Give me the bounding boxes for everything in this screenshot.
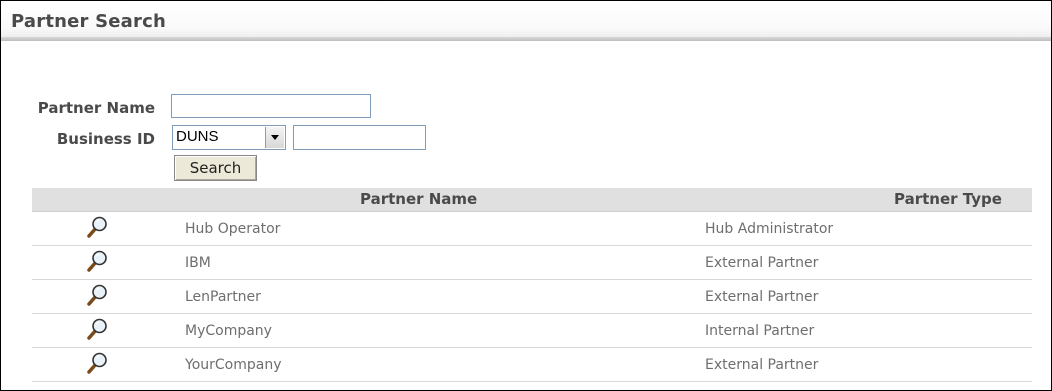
- chevron-down-icon[interactable]: [265, 127, 284, 148]
- business-id-input[interactable]: [293, 125, 426, 150]
- partner-name-label: Partner Name: [37, 99, 155, 117]
- title-divider: [1, 37, 1051, 41]
- title-bar: Partner Search: [1, 1, 1051, 39]
- table-row: Hub Operator Hub Administrator: [32, 212, 1032, 246]
- page-title: Partner Search: [11, 11, 166, 32]
- partner-name-cell: IBM: [185, 255, 211, 271]
- table-row: MyCompany Internal Partner: [32, 314, 1032, 348]
- partner-type-cell: Hub Administrator: [705, 221, 834, 237]
- search-button[interactable]: Search: [174, 155, 257, 181]
- business-id-label: Business ID: [56, 130, 155, 148]
- partner-type-cell: Internal Partner: [705, 323, 815, 339]
- business-id-type-value: DUNS: [176, 128, 219, 145]
- table-header: Partner Name Partner Type: [32, 188, 1032, 212]
- magnifier-icon[interactable]: [86, 351, 108, 375]
- magnifier-icon[interactable]: [86, 249, 108, 273]
- partner-name-cell: MyCompany: [185, 323, 272, 339]
- table-row: LenPartner External Partner: [32, 280, 1032, 314]
- table-row: IBM External Partner: [32, 246, 1032, 280]
- magnifier-icon[interactable]: [86, 317, 108, 341]
- partner-type-cell: External Partner: [705, 255, 819, 271]
- partner-type-cell: External Partner: [705, 289, 819, 305]
- partner-name-cell: YourCompany: [185, 357, 282, 373]
- partner-table: Partner Name Partner Type Hub Operator Hu…: [32, 188, 1032, 382]
- column-header-partner-name[interactable]: Partner Name: [360, 190, 477, 208]
- table-row: YourCompany External Partner: [32, 348, 1032, 382]
- partner-name-cell: Hub Operator: [185, 221, 281, 237]
- column-header-partner-type[interactable]: Partner Type: [894, 190, 1002, 208]
- business-id-type-select[interactable]: DUNS: [172, 125, 286, 150]
- magnifier-icon[interactable]: [86, 283, 108, 307]
- magnifier-icon[interactable]: [86, 215, 108, 239]
- partner-name-input[interactable]: [171, 94, 371, 118]
- partner-type-cell: External Partner: [705, 357, 819, 373]
- partner-name-cell: LenPartner: [185, 289, 261, 305]
